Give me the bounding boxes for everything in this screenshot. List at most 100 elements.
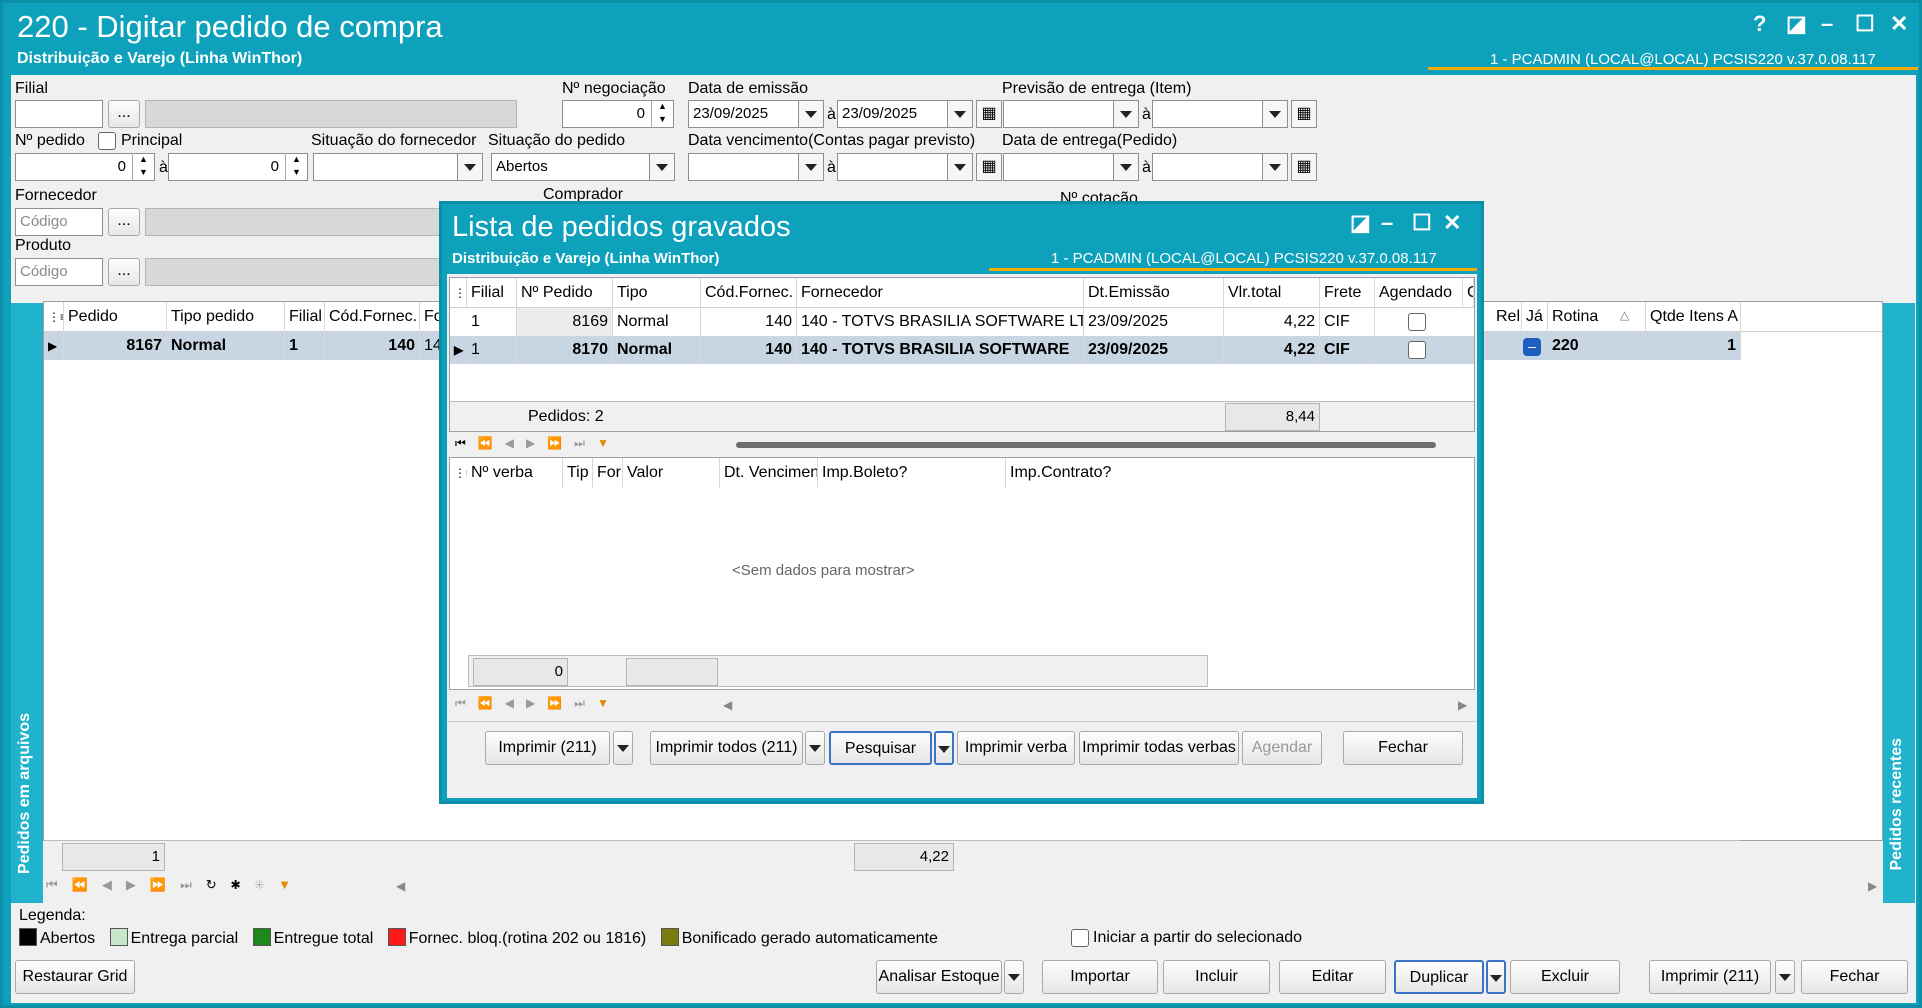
filter-icon[interactable]: ▼	[597, 696, 621, 710]
col-filial[interactable]: Filial	[467, 278, 517, 308]
restaurar-grid-button[interactable]: Restaurar Grid	[15, 960, 135, 994]
produto-search-button[interactable]: ...	[108, 258, 140, 286]
pedido-to-spinner[interactable]: ▲ ▼	[285, 153, 307, 181]
sit-fornecedor-dropdown[interactable]	[457, 153, 483, 181]
imprimir-dropdown[interactable]	[613, 731, 633, 765]
data-entrega-from-dropdown[interactable]	[1113, 153, 1139, 181]
imprimir-todas-verbas-button[interactable]: Imprimir todas verbas	[1079, 731, 1239, 765]
produto-input[interactable]: Código	[15, 258, 103, 286]
calendar-icon[interactable]: ▦	[1291, 100, 1317, 128]
col-imp-contrato[interactable]: Imp.Contrato?	[1006, 458, 1186, 488]
col-tipo-pedido[interactable]: Tipo pedido	[167, 302, 285, 332]
fornecedor-search-button[interactable]: ...	[108, 208, 140, 236]
col-fornecedor[interactable]: Fornecedor	[797, 278, 1084, 308]
pedidos-navigator[interactable]: ⏮⏪◀▶⏩⏭▼	[455, 436, 621, 451]
col-qtde-itens[interactable]: Qtde Itens A	[1646, 302, 1741, 332]
pesquisar-button[interactable]: Pesquisar	[829, 731, 932, 765]
filter-icon[interactable]: ▼	[278, 877, 305, 892]
col-filial[interactable]: Filial	[285, 302, 325, 332]
imprimir-button[interactable]: Imprimir (211)	[485, 731, 610, 765]
pesquisar-dropdown[interactable]	[934, 731, 954, 765]
col-verba[interactable]: Nº verba	[467, 458, 563, 488]
col-rotina[interactable]: Rotina	[1548, 302, 1646, 332]
sit-pedido-dropdown[interactable]	[649, 153, 675, 181]
col-c[interactable]: C	[1463, 278, 1474, 308]
verba-navigator[interactable]: ⏮⏪◀▶⏩⏭▼	[455, 696, 621, 711]
table-row[interactable]: 1 8169 Normal 140 140 - TOTVS BRASILIA S…	[450, 308, 1474, 336]
col-imp-boleto[interactable]: Imp.Boleto?	[818, 458, 1006, 488]
data-venc-from-dropdown[interactable]	[798, 153, 824, 181]
col-ja[interactable]: Já	[1522, 302, 1548, 332]
negociacao-spinner[interactable]: ▲ ▼	[651, 100, 673, 128]
previsao-to-dropdown[interactable]	[1262, 100, 1288, 128]
column-chooser-icon[interactable]: ⋮≡	[450, 458, 467, 488]
analisar-estoque-button[interactable]: Analisar Estoque	[876, 960, 1002, 994]
pedidos-recentes-tab[interactable]: Pedidos recentes	[1883, 303, 1915, 903]
column-chooser-icon[interactable]: ⋮≡	[450, 278, 467, 308]
help-icon[interactable]: ?	[1753, 11, 1766, 37]
col-cod-fornec[interactable]: Cód.Fornec.	[325, 302, 420, 332]
fechar-button[interactable]: Fechar	[1343, 731, 1463, 765]
maximize-icon[interactable]: ☐	[1855, 11, 1875, 37]
refresh-icon[interactable]: ↻	[206, 877, 231, 892]
data-entrega-to-dropdown[interactable]	[1262, 153, 1288, 181]
restore-icon[interactable]: ◪	[1350, 210, 1371, 236]
grid-navigator[interactable]: ⏮⏪◀▶⏩⏭↻✱✳▼	[46, 877, 1886, 901]
imprimir-todos-button[interactable]: Imprimir todos (211)	[650, 731, 803, 765]
scroll-right-icon[interactable]: ▶	[1868, 879, 1877, 893]
fechar-button[interactable]: Fechar	[1801, 960, 1908, 994]
col-pedido[interactable]: Pedido	[64, 302, 167, 332]
col-vlr-total[interactable]: Vlr.total	[1224, 278, 1320, 308]
incluir-button[interactable]: Incluir	[1163, 960, 1270, 994]
analisar-dropdown[interactable]	[1004, 960, 1024, 994]
imprimir-dropdown[interactable]	[1775, 960, 1795, 994]
filter-icon[interactable]: ▼	[597, 436, 621, 450]
editar-button[interactable]: Editar	[1279, 960, 1386, 994]
principal-checkbox[interactable]	[98, 132, 116, 150]
col-agendado[interactable]: Agendado	[1375, 278, 1463, 308]
close-icon[interactable]: ✕	[1443, 210, 1461, 236]
maximize-icon[interactable]: ☐	[1412, 210, 1432, 236]
calendar-icon[interactable]: ▦	[976, 100, 1002, 128]
col-frete[interactable]: Frete	[1320, 278, 1375, 308]
col-pedido[interactable]: Nº Pedido	[517, 278, 613, 308]
filial-search-button[interactable]: ...	[108, 100, 140, 128]
col-for[interactable]: For	[593, 458, 623, 488]
sit-pedido-select[interactable]: Abertos	[491, 153, 675, 181]
horizontal-scrollbar[interactable]	[736, 442, 1436, 448]
minimize-icon[interactable]: –	[1821, 11, 1833, 37]
col-dt-emissao[interactable]: Dt.Emissão	[1084, 278, 1224, 308]
restore-icon[interactable]: ◪	[1786, 11, 1807, 37]
data-venc-to-dropdown[interactable]	[947, 153, 973, 181]
asterisk-icon[interactable]: ✱	[231, 877, 255, 892]
column-chooser-icon[interactable]: ⋮≡	[44, 302, 64, 332]
col-tipo[interactable]: Tipo	[613, 278, 701, 308]
filial-input[interactable]	[15, 100, 103, 128]
calendar-icon[interactable]: ▦	[1291, 153, 1317, 181]
pedido-from-spinner[interactable]: ▲ ▼	[132, 153, 154, 181]
minimize-icon[interactable]: –	[1381, 210, 1393, 236]
agendado-checkbox[interactable]	[1408, 341, 1426, 359]
scroll-right-icon[interactable]: ▶	[1458, 698, 1467, 712]
fornecedor-input[interactable]: Código	[15, 208, 103, 236]
col-cod-fornec[interactable]: Cód.Fornec.	[701, 278, 797, 308]
scroll-left-icon[interactable]: ◀	[396, 879, 405, 893]
duplicar-dropdown[interactable]	[1486, 960, 1506, 994]
data-emissao-from-dropdown[interactable]	[798, 100, 824, 128]
col-rel[interactable]: Rel	[1492, 302, 1522, 332]
data-emissao-to-dropdown[interactable]	[947, 100, 973, 128]
col-tip[interactable]: Tip	[563, 458, 593, 488]
iniciar-checkbox[interactable]	[1071, 929, 1089, 947]
excluir-button[interactable]: Excluir	[1510, 960, 1620, 994]
imprimir-todos-dropdown[interactable]	[805, 731, 825, 765]
table-row[interactable]: ▶ 1 8170 Normal 140 140 - TOTVS BRASILIA…	[450, 336, 1474, 364]
scroll-left-icon[interactable]: ◀	[723, 698, 732, 712]
calendar-icon[interactable]: ▦	[976, 153, 1002, 181]
agendado-checkbox[interactable]	[1408, 313, 1426, 331]
duplicar-button[interactable]: Duplicar	[1394, 960, 1484, 994]
col-dt-venc[interactable]: Dt. Vencimento	[720, 458, 818, 488]
imprimir-verba-button[interactable]: Imprimir verba	[957, 731, 1075, 765]
col-valor[interactable]: Valor	[623, 458, 720, 488]
close-icon[interactable]: ✕	[1890, 11, 1908, 37]
pedidos-arquivos-tab[interactable]: Pedidos em arquivos	[11, 303, 43, 903]
